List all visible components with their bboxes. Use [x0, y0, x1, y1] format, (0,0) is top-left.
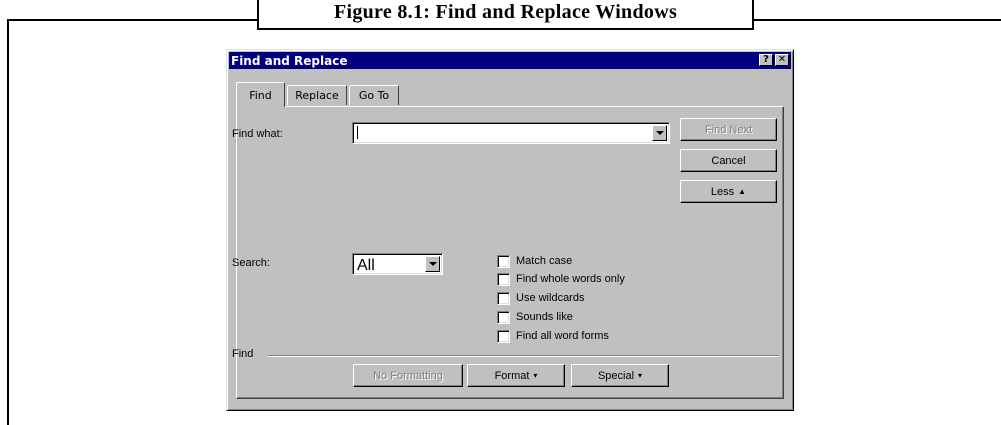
match-case-label: Match case: [516, 255, 573, 267]
tab-replace[interactable]: Replace: [287, 85, 347, 105]
figure-caption: Figure 8.1: Find and Replace Windows: [333, 1, 678, 23]
match-case-checkbox[interactable]: [497, 254, 510, 268]
text-caret: [357, 126, 358, 139]
search-direction-value: All: [357, 257, 375, 274]
find-what-dropdown-button[interactable]: [652, 125, 667, 141]
menu-arrow-icon: ▾: [533, 371, 538, 380]
close-button[interactable]: ✕: [775, 54, 789, 66]
less-button[interactable]: Less ▲: [680, 180, 777, 203]
tab-go-to-label: Go To: [358, 89, 390, 102]
format-button[interactable]: Format ▾: [467, 364, 565, 387]
collapse-arrow-icon: ▲: [738, 187, 747, 196]
figure-caption-box: Figure 8.1: Find and Replace Windows: [257, 0, 754, 30]
help-button[interactable]: ?: [759, 54, 773, 66]
option-sounds-like[interactable]: Sounds like: [497, 309, 573, 325]
search-direction-select[interactable]: All: [352, 253, 443, 275]
find-what-label: Find what:: [232, 128, 283, 140]
word-forms-label: Find all word forms: [516, 330, 609, 342]
whole-words-checkbox[interactable]: [497, 272, 510, 286]
menu-arrow-icon: ▾: [638, 371, 643, 380]
find-what-combobox[interactable]: [352, 122, 670, 144]
option-match-case[interactable]: Match case: [497, 253, 572, 269]
no-formatting-button[interactable]: No Formatting: [353, 364, 463, 387]
dialog-title: Find and Replace: [231, 53, 348, 68]
whole-words-label: Find whole words only: [516, 273, 625, 285]
frame-left-line: [7, 19, 9, 425]
search-label: Search:: [232, 257, 270, 269]
find-group-label: Find: [232, 348, 254, 360]
tab-find-label: Find: [249, 88, 272, 102]
chevron-down-icon: [428, 262, 437, 266]
search-dropdown-button[interactable]: [425, 256, 440, 272]
option-whole-words[interactable]: Find whole words only: [497, 271, 625, 287]
tab-replace-label: Replace: [295, 89, 339, 102]
title-bar[interactable]: Find and Replace ? ✕: [229, 52, 791, 69]
word-forms-checkbox[interactable]: [497, 329, 510, 343]
wildcards-label: Use wildcards: [516, 292, 585, 304]
tab-find[interactable]: Find: [236, 82, 285, 107]
option-word-forms[interactable]: Find all word forms: [497, 328, 609, 344]
option-wildcards[interactable]: Use wildcards: [497, 290, 584, 306]
wildcards-checkbox[interactable]: [497, 291, 510, 305]
chevron-down-icon: [655, 131, 664, 135]
frame-top-right-line: [754, 19, 1001, 21]
tab-go-to[interactable]: Go To: [349, 85, 399, 105]
sounds-like-label: Sounds like: [516, 311, 573, 323]
special-button[interactable]: Special ▾: [571, 364, 669, 387]
find-next-button[interactable]: Find Next: [680, 118, 777, 141]
special-label: Special: [597, 369, 635, 382]
less-label: Less: [710, 185, 735, 198]
sounds-like-checkbox[interactable]: [497, 310, 510, 324]
cancel-button[interactable]: Cancel: [680, 149, 777, 172]
frame-top-left-line: [7, 19, 258, 21]
format-label: Format: [494, 369, 530, 382]
find-group-divider: [268, 355, 779, 357]
